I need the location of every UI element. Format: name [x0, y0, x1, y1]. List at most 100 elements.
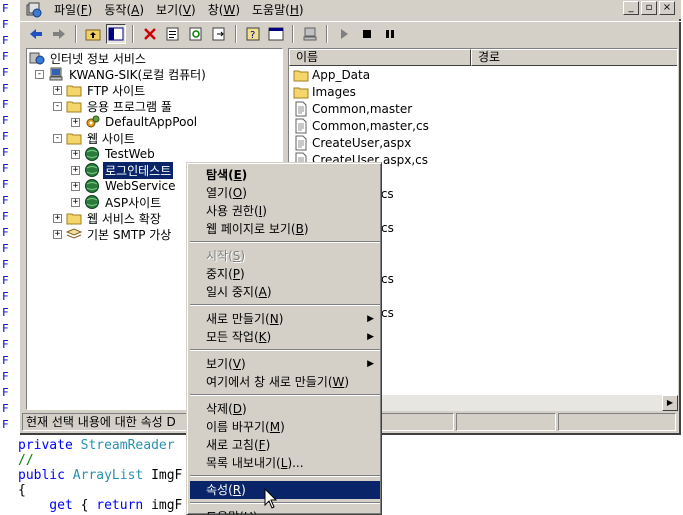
tree-node[interactable]: + 로그인테스트 [71, 160, 175, 180]
expand-icon[interactable]: + [53, 229, 62, 239]
tree-node[interactable]: + 웹 서비스 확장 [53, 210, 163, 226]
list-item-name: Common,master [312, 101, 413, 116]
tree-node[interactable]: + 기본 SMTP 가상 [53, 226, 173, 242]
gutter-glyph: F [2, 322, 9, 335]
list-item-name: cs [381, 271, 394, 286]
context-menu-item[interactable]: 웹 페이지로 보기(B) [190, 220, 380, 238]
list-item[interactable]: Common,master,cs [293, 117, 429, 134]
delete-icon[interactable] [140, 24, 160, 44]
expand-icon[interactable]: + [53, 85, 62, 95]
gutter-glyph: F [2, 146, 9, 159]
expand-icon[interactable]: + [53, 213, 62, 223]
list-item[interactable]: CreateUser,aspx [293, 134, 411, 151]
context-menu-item[interactable]: 이름 바꾸기(M) [190, 418, 380, 436]
context-menu-item-label: 새로 만들기(N) [206, 312, 284, 326]
context-menu-item[interactable]: 새로 만들기(N) ▶ [190, 310, 380, 328]
refresh-icon[interactable] [186, 24, 206, 44]
tree-node[interactable]: - 응용 프로그램 풀 [53, 98, 174, 114]
menu-item[interactable]: 파일(F) [48, 1, 98, 18]
tree-node[interactable]: + ASP사이트 [71, 194, 163, 210]
help-icon[interactable]: ? [243, 24, 263, 44]
context-menu-item[interactable]: 삭제(D) [190, 400, 380, 418]
tree-node-label: 응용 프로그램 풀 [87, 99, 172, 114]
list-item[interactable]: cs [381, 270, 394, 287]
smtp-icon [66, 228, 82, 239]
show-tree-icon[interactable] [106, 23, 126, 44]
list-item[interactable]: cs [381, 304, 394, 321]
context-menu-item[interactable]: 탐색(E) [190, 166, 380, 184]
tree-node-label: 인터넷 정보 서비스 [50, 51, 146, 66]
tree-node[interactable]: 인터넷 정보 서비스 [29, 50, 148, 66]
context-menu-item[interactable]: 속성(R) [190, 481, 380, 499]
export-icon[interactable] [209, 24, 229, 44]
pause-icon[interactable] [380, 24, 400, 44]
menu-item[interactable]: 동작(A) [98, 1, 150, 18]
list-item-name: App_Data [312, 67, 371, 82]
tree-node[interactable]: + FTP 사이트 [53, 82, 147, 98]
properties-icon[interactable] [163, 24, 183, 44]
expand-icon[interactable]: + [71, 165, 80, 175]
folder-icon [293, 70, 309, 81]
gutter-glyph: F [2, 50, 9, 63]
context-menu-item[interactable]: 새로 고침(F) [190, 436, 380, 454]
context-menu-item[interactable]: 모든 작업(K) ▶ [190, 328, 380, 346]
column-header-name[interactable]: 이름 [289, 49, 471, 66]
submenu-arrow-icon: ▶ [367, 314, 374, 324]
context-menu-item[interactable]: 도움말(H) [190, 508, 380, 514]
expand-icon[interactable]: + [71, 149, 80, 159]
menu-separator [190, 502, 380, 504]
context-menu-item[interactable]: 사용 권한(I) [190, 202, 380, 220]
context-menu-item-label: 보기(V) [206, 357, 246, 371]
console-icon[interactable] [266, 24, 286, 44]
context-menu-item[interactable]: 여기에서 창 새로 만들기(W) [190, 373, 380, 391]
folder-icon [66, 213, 82, 225]
maximize-button[interactable]: ▫ [641, 1, 657, 15]
forward-icon[interactable] [49, 24, 69, 44]
menu-item[interactable]: 창(W) [202, 1, 246, 18]
folder-icon [66, 101, 82, 113]
expand-icon[interactable]: + [71, 117, 80, 127]
context-menu-item[interactable]: 열기(O) [190, 184, 380, 202]
column-header-path[interactable]: 경로 [471, 49, 677, 66]
gutter-glyph: F [2, 34, 9, 47]
tree-node[interactable]: - 웹 사이트 [53, 130, 137, 146]
menu-item[interactable]: 도움말(H) [246, 1, 310, 18]
gutter-glyph: F [2, 194, 9, 207]
expand-icon[interactable]: + [71, 181, 80, 191]
gutter-glyph: F [2, 18, 9, 31]
code-token: // [18, 453, 34, 468]
toolbar-separator [292, 24, 294, 43]
status-pane-3 [456, 413, 556, 431]
context-menu-item[interactable]: 목록 내보내기(L)... [190, 454, 380, 472]
computer-icon[interactable] [300, 24, 320, 44]
collapse-icon[interactable]: - [53, 101, 62, 111]
code-token: imgF [143, 498, 183, 513]
tree-node[interactable]: + WebService [71, 178, 178, 194]
collapse-icon[interactable]: - [35, 69, 44, 79]
folder-icon [66, 85, 82, 97]
context-menu-item-label: 탐색(E) [206, 168, 248, 182]
collapse-icon[interactable]: - [53, 133, 62, 143]
list-item[interactable]: App_Data [293, 66, 370, 83]
list-item[interactable]: Common,master [293, 100, 412, 117]
context-menu-item[interactable]: 일시 중지(A) [190, 283, 380, 301]
context-menu-item[interactable]: 보기(V) ▶ [190, 355, 380, 373]
minimize-button[interactable]: _ [623, 1, 639, 15]
stop-icon[interactable] [357, 24, 377, 44]
tree-node[interactable]: + DefaultAppPool [71, 114, 199, 130]
scroll-right-button[interactable]: ▶ [662, 395, 678, 411]
expand-icon[interactable]: + [71, 197, 80, 207]
list-item[interactable]: Images [293, 83, 356, 100]
close-button[interactable]: × [659, 1, 675, 15]
back-icon[interactable] [26, 24, 46, 44]
up-folder-icon[interactable] [83, 24, 103, 44]
context-menu-item[interactable]: 중지(P) [190, 265, 380, 283]
play-icon[interactable] [334, 24, 354, 44]
tree-node-label: 웹 사이트 [87, 131, 135, 146]
tree-node[interactable]: + TestWeb [71, 146, 157, 162]
tree-node[interactable]: - KWANG-SIK(로컬 컴퓨터) [35, 66, 208, 82]
list-item[interactable]: cs [381, 219, 394, 236]
tree-node-label: KWANG-SIK(로컬 컴퓨터) [69, 67, 206, 82]
gutter-glyph: F [2, 274, 9, 287]
menu-item[interactable]: 보기(V) [150, 1, 202, 18]
